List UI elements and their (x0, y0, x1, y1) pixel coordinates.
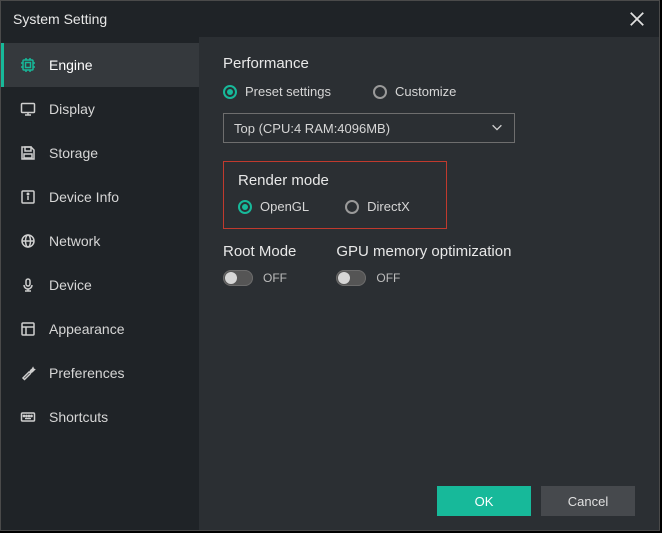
sidebar-item-engine[interactable]: Engine (1, 43, 199, 87)
sidebar-item-shortcuts[interactable]: Shortcuts (1, 395, 199, 439)
window-body: Engine Display Storage Device Info (1, 37, 659, 530)
render-mode-title: Render mode (238, 172, 432, 189)
customize-radio[interactable]: Customize (373, 84, 456, 99)
sidebar-item-label: Device (49, 277, 92, 293)
gpu-memory-toggle[interactable] (336, 270, 366, 286)
radio-label: Customize (395, 84, 456, 99)
ok-button[interactable]: OK (437, 486, 531, 516)
preset-settings-radio[interactable]: Preset settings (223, 84, 331, 99)
sidebar: Engine Display Storage Device Info (1, 37, 199, 530)
sidebar-item-device-info[interactable]: Device Info (1, 175, 199, 219)
performance-mode-row: Preset settings Customize (223, 84, 635, 99)
sidebar-item-appearance[interactable]: Appearance (1, 307, 199, 351)
sidebar-item-network[interactable]: Network (1, 219, 199, 263)
gpu-memory-state: OFF (376, 271, 400, 285)
sidebar-item-label: Storage (49, 145, 98, 161)
chevron-down-icon (490, 120, 504, 137)
chip-icon (19, 56, 37, 74)
root-mode-title: Root Mode (223, 243, 296, 260)
opengl-radio[interactable]: OpenGL (238, 199, 309, 214)
render-mode-row: OpenGL DirectX (238, 199, 432, 214)
sidebar-item-label: Shortcuts (49, 409, 108, 425)
sidebar-item-label: Display (49, 101, 95, 117)
footer-buttons: OK Cancel (223, 476, 635, 516)
sidebar-item-label: Engine (49, 57, 93, 73)
gpu-memory-column: GPU memory optimization OFF (336, 243, 511, 286)
root-mode-toggle[interactable] (223, 270, 253, 286)
toggle-section: Root Mode OFF GPU memory optimization OF… (223, 243, 635, 286)
gpu-memory-title: GPU memory optimization (336, 243, 511, 260)
preset-dropdown[interactable]: Top (CPU:4 RAM:4096MB) (223, 113, 515, 143)
sidebar-item-label: Preferences (49, 365, 124, 381)
sidebar-item-label: Device Info (49, 189, 119, 205)
wrench-icon (19, 364, 37, 382)
root-mode-state: OFF (263, 271, 287, 285)
sidebar-item-label: Network (49, 233, 100, 249)
window-title: System Setting (13, 11, 107, 27)
sidebar-item-storage[interactable]: Storage (1, 131, 199, 175)
radio-icon (223, 85, 237, 99)
radio-icon (345, 200, 359, 214)
render-mode-section: Render mode OpenGL DirectX (223, 161, 447, 229)
keyboard-icon (19, 408, 37, 426)
sidebar-item-label: Appearance (49, 321, 125, 337)
save-icon (19, 144, 37, 162)
info-icon (19, 188, 37, 206)
system-setting-window: System Setting Engine Display (0, 0, 660, 531)
titlebar: System Setting (1, 1, 659, 37)
close-icon[interactable] (627, 9, 647, 29)
sidebar-item-display[interactable]: Display (1, 87, 199, 131)
layout-icon (19, 320, 37, 338)
radio-icon (238, 200, 252, 214)
radio-label: OpenGL (260, 199, 309, 214)
root-mode-toggle-row: OFF (223, 270, 296, 286)
globe-icon (19, 232, 37, 250)
gpu-memory-toggle-row: OFF (336, 270, 511, 286)
radio-icon (373, 85, 387, 99)
monitor-icon (19, 100, 37, 118)
radio-label: DirectX (367, 199, 410, 214)
performance-title: Performance (223, 55, 635, 72)
radio-label: Preset settings (245, 84, 331, 99)
content-area: Performance Preset settings Customize To… (199, 37, 659, 530)
dropdown-value: Top (CPU:4 RAM:4096MB) (234, 121, 390, 136)
cancel-button[interactable]: Cancel (541, 486, 635, 516)
root-mode-column: Root Mode OFF (223, 243, 296, 286)
sidebar-item-device[interactable]: Device (1, 263, 199, 307)
directx-radio[interactable]: DirectX (345, 199, 410, 214)
sidebar-item-preferences[interactable]: Preferences (1, 351, 199, 395)
mic-icon (19, 276, 37, 294)
